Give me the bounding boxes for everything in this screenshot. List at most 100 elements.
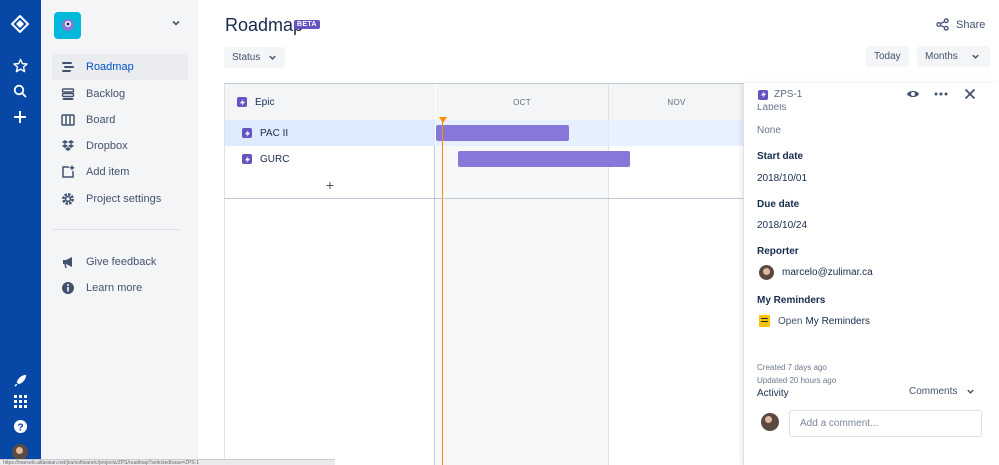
avatar bbox=[759, 265, 774, 280]
timeline: OCT NOV bbox=[436, 84, 744, 465]
rocket-icon[interactable] bbox=[10, 370, 30, 390]
sidebar-item-add-item[interactable]: Add item bbox=[52, 159, 188, 185]
reminders-open-text: Open bbox=[778, 315, 803, 327]
global-sidebar: ? bbox=[0, 0, 41, 465]
sidebar-item-label: Backlog bbox=[86, 88, 126, 100]
sidebar-item-label: Dropbox bbox=[86, 140, 128, 152]
browser-status-bar: https://marcelo.atlassian.net/jira/softw… bbox=[0, 459, 335, 465]
reminders-label: My Reminders bbox=[757, 295, 826, 306]
sidebar-item-board[interactable]: Board bbox=[52, 107, 188, 133]
jira-logo-icon[interactable] bbox=[10, 14, 30, 34]
help-icon[interactable]: ? bbox=[10, 416, 30, 436]
month-column-nov bbox=[609, 120, 744, 465]
chevron-down-icon bbox=[972, 54, 979, 59]
add-epic-button[interactable]: + bbox=[225, 172, 435, 198]
reporter-value: marcelo@zulimar.ca bbox=[782, 267, 873, 278]
today-marker-line bbox=[442, 120, 443, 465]
created-text: Created 7 days ago bbox=[757, 363, 827, 372]
sidebar-item-label: Add item bbox=[86, 166, 130, 178]
dropbox-icon bbox=[60, 138, 76, 154]
today-button[interactable]: Today bbox=[866, 46, 909, 67]
chevron-down-icon[interactable] bbox=[171, 18, 181, 31]
sidebar-item-label: Give feedback bbox=[86, 256, 157, 268]
due-date-label: Due date bbox=[757, 199, 800, 210]
months-select[interactable]: Months bbox=[917, 46, 990, 67]
close-icon[interactable] bbox=[962, 87, 978, 101]
epic-name: GURC bbox=[260, 153, 290, 165]
epic-lightning-icon bbox=[242, 154, 252, 164]
info-icon bbox=[60, 280, 76, 296]
plus-icon[interactable] bbox=[10, 107, 30, 127]
sidebar-item-project-settings[interactable]: Project settings bbox=[52, 186, 188, 212]
due-date-value[interactable]: 2018/10/24 bbox=[757, 220, 807, 231]
star-icon[interactable] bbox=[10, 55, 30, 75]
more-options-icon[interactable] bbox=[933, 87, 949, 101]
reminder-note-icon bbox=[759, 315, 770, 327]
svg-text:?: ? bbox=[17, 422, 23, 433]
today-label: Today bbox=[874, 51, 901, 62]
epic-column: Epic PAC II GURC + bbox=[225, 84, 435, 465]
sidebar-item-learn-more[interactable]: Learn more bbox=[52, 275, 188, 301]
roadmap-icon bbox=[60, 59, 76, 75]
gear-icon bbox=[60, 191, 76, 207]
epic-bar-gurc[interactable] bbox=[458, 151, 630, 167]
start-date-value[interactable]: 2018/10/01 bbox=[757, 173, 807, 184]
megaphone-icon bbox=[60, 254, 76, 270]
avatar bbox=[761, 413, 779, 431]
sidebar-item-label: Learn more bbox=[86, 282, 143, 294]
share-button[interactable]: Share bbox=[936, 18, 985, 31]
reminders-link-text: My Reminders bbox=[805, 315, 870, 327]
issue-detail-panel: ZPS-1 Labels None Start date 2018/10/01 … bbox=[743, 83, 999, 465]
sidebar-item-backlog[interactable]: Backlog bbox=[52, 81, 188, 107]
sidebar-item-dropbox[interactable]: Dropbox bbox=[52, 133, 188, 159]
epic-column-header: Epic bbox=[225, 84, 435, 120]
month-header-oct: OCT bbox=[436, 84, 608, 120]
start-date-label: Start date bbox=[757, 151, 804, 162]
status-filter-button[interactable]: Status bbox=[224, 47, 286, 68]
comments-select-label: Comments bbox=[909, 386, 958, 397]
epic-name: PAC II bbox=[260, 127, 289, 139]
activity-label: Activity bbox=[757, 388, 789, 399]
chevron-down-icon bbox=[269, 55, 277, 60]
board-icon bbox=[60, 112, 76, 128]
sidebar-item-label: Roadmap bbox=[86, 61, 134, 73]
share-label: Share bbox=[956, 18, 986, 31]
watch-eye-icon[interactable] bbox=[905, 87, 921, 101]
updated-text: Updated 20 hours ago bbox=[757, 376, 837, 385]
reporter-label: Reporter bbox=[757, 246, 799, 257]
sidebar-item-give-feedback[interactable]: Give feedback bbox=[52, 249, 188, 275]
share-icon bbox=[936, 18, 949, 31]
status-filter-label: Status bbox=[232, 52, 261, 63]
search-icon[interactable] bbox=[10, 81, 30, 101]
comment-input[interactable]: Add a comment... bbox=[789, 410, 982, 437]
app-switcher-icon[interactable] bbox=[10, 391, 30, 411]
months-label: Months bbox=[925, 51, 958, 62]
comments-select[interactable]: Comments bbox=[909, 386, 975, 397]
today-marker bbox=[439, 117, 447, 123]
labels-field-label: Labels bbox=[757, 104, 787, 112]
chevron-down-icon bbox=[967, 389, 975, 394]
epic-lightning-icon bbox=[242, 128, 252, 138]
page-title: Roadmap bbox=[225, 15, 304, 35]
issue-key: ZPS-1 bbox=[774, 89, 803, 100]
reporter-field[interactable]: marcelo@zulimar.ca bbox=[759, 265, 873, 280]
sidebar-item-label: Project settings bbox=[86, 193, 162, 205]
month-header-nov: NOV bbox=[609, 84, 744, 120]
add-item-icon bbox=[60, 164, 76, 180]
epic-row[interactable]: GURC bbox=[225, 146, 435, 172]
epic-row[interactable]: PAC II bbox=[225, 120, 435, 146]
open-reminders-link[interactable]: Open My Reminders bbox=[759, 315, 870, 327]
labels-value[interactable]: None bbox=[757, 125, 781, 136]
month-column-oct bbox=[436, 120, 608, 465]
epic-lightning-icon bbox=[758, 89, 768, 100]
rows-bottom-border bbox=[225, 198, 743, 199]
project-sidebar: Roadmap Backlog Board Dropbox Add item P… bbox=[41, 0, 198, 465]
roadmap-grid: Epic PAC II GURC + OCT NOV bbox=[224, 83, 744, 465]
sidebar-item-roadmap[interactable]: Roadmap bbox=[52, 54, 188, 80]
epic-bar-pac-ii[interactable] bbox=[436, 125, 569, 141]
sidebar-item-label: Board bbox=[86, 114, 116, 126]
sidebar-divider bbox=[52, 229, 179, 230]
issue-key-link[interactable]: ZPS-1 bbox=[758, 89, 802, 100]
epic-lightning-icon bbox=[237, 97, 247, 107]
project-avatar[interactable] bbox=[54, 12, 81, 39]
